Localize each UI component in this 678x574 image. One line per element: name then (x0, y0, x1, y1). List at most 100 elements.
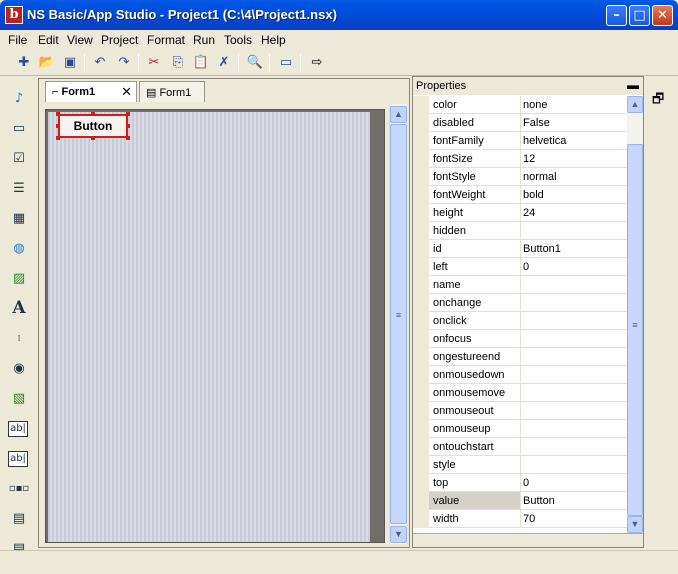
resize-handle[interactable] (56, 124, 60, 128)
textarea-icon[interactable]: ⁞ (8, 328, 30, 350)
resize-handle[interactable] (126, 136, 130, 140)
property-row-onmousemove[interactable]: onmousemove (413, 384, 627, 402)
find-icon[interactable]: 🔍 (245, 53, 265, 73)
scroll-down-icon[interactable]: ▼ (390, 526, 407, 543)
globe-icon[interactable]: ◍ (8, 238, 30, 260)
textbox-icon[interactable]: ab| (8, 421, 28, 437)
menu-run[interactable]: Run (193, 33, 215, 47)
property-value[interactable]: Button1 (523, 243, 623, 255)
resize-handle[interactable] (126, 124, 130, 128)
restore-window-icon[interactable]: 🗗 (652, 90, 664, 112)
scroll-down-icon[interactable]: ▼ (627, 516, 643, 533)
scroll-up-icon[interactable]: ▲ (627, 96, 643, 113)
list-icon[interactable]: ☰ (8, 178, 30, 200)
property-value[interactable]: 24 (523, 207, 623, 219)
form-canvas[interactable]: Button (48, 112, 370, 542)
property-row-color[interactable]: color none (413, 96, 627, 114)
menu-format[interactable]: Format (147, 33, 185, 47)
property-row-onclick[interactable]: onclick (413, 312, 627, 330)
property-value[interactable]: 0 (523, 477, 623, 489)
property-row-disabled[interactable]: disabled False (413, 114, 627, 132)
property-row-fontstyle[interactable]: fontStyle normal (413, 168, 627, 186)
property-row-fontfamily[interactable]: fontFamily helvetica (413, 132, 627, 150)
resize-handle[interactable] (56, 112, 60, 116)
new-form-icon[interactable]: ▭ (276, 53, 296, 73)
property-value[interactable]: 12 (523, 153, 623, 165)
input-icon[interactable]: ab| (8, 451, 28, 467)
image-icon[interactable]: ▨ (8, 268, 30, 290)
undo-icon[interactable]: ↶ (90, 53, 110, 73)
slider-icon[interactable]: ▫▪▫ (8, 478, 30, 500)
property-row-onmousedown[interactable]: onmousedown (413, 366, 627, 384)
property-row-style[interactable]: style (413, 456, 627, 474)
close-button[interactable]: ✕ (652, 5, 673, 26)
column-divider (520, 150, 521, 168)
property-row-id[interactable]: id Button1 (413, 240, 627, 258)
property-row-onchange[interactable]: onchange (413, 294, 627, 312)
property-value[interactable]: none (523, 99, 623, 111)
property-row-ongestureend[interactable]: ongestureend (413, 348, 627, 366)
property-row-onmouseup[interactable]: onmouseup (413, 420, 627, 438)
menu-help[interactable]: Help (261, 33, 286, 47)
property-value[interactable]: helvetica (523, 135, 623, 147)
audio-icon[interactable]: ♪ (8, 88, 30, 110)
paste-icon[interactable]: 📋 (191, 53, 211, 73)
scroll-thumb[interactable]: ≡ (627, 144, 643, 516)
minimize-button[interactable]: – (606, 5, 627, 26)
run-icon[interactable]: ⇨ (307, 53, 327, 73)
menu-tools[interactable]: Tools (224, 33, 252, 47)
text-label-icon[interactable]: A (8, 298, 30, 320)
menu-view[interactable]: View (67, 33, 93, 47)
property-value[interactable]: 70 (523, 513, 623, 525)
property-row-fontweight[interactable]: fontWeight bold (413, 186, 627, 204)
property-value[interactable]: normal (523, 171, 623, 183)
title-bar[interactable]: b NS Basic/App Studio - Project1 (C:\4\P… (0, 0, 678, 30)
form-button[interactable]: Button (58, 114, 128, 138)
grid-icon[interactable]: ▦ (8, 208, 30, 230)
open-icon[interactable]: 📂 (37, 53, 57, 73)
property-row-name[interactable]: name (413, 276, 627, 294)
scroll-up-icon[interactable]: ▲ (390, 106, 407, 123)
property-row-value[interactable]: value Button (413, 492, 627, 510)
tab-form1-design[interactable]: ⌐ Form1 ✕ (45, 81, 137, 102)
properties-scrollbar[interactable]: ▲ ≡ ▼ (627, 96, 643, 533)
tab-form1-code[interactable]: ▤ Form1 (139, 81, 205, 102)
property-value[interactable]: bold (523, 189, 623, 201)
resize-handle[interactable] (91, 112, 95, 116)
property-row-ontouchstart[interactable]: ontouchstart (413, 438, 627, 456)
select-icon[interactable]: ▤ (8, 508, 30, 530)
resize-handle[interactable] (126, 112, 130, 116)
picture-icon[interactable]: ▧ (8, 388, 30, 410)
property-value[interactable]: 0 (523, 261, 623, 273)
property-value[interactable]: False (523, 117, 623, 129)
radio-icon[interactable]: ◉ (8, 358, 30, 380)
button-icon[interactable]: ▭ (8, 118, 30, 140)
delete-icon[interactable]: ✗ (214, 53, 234, 73)
cut-icon[interactable]: ✂ (144, 53, 164, 73)
property-value[interactable]: Button (523, 495, 623, 507)
minimize-panel-icon[interactable]: ▬ (627, 78, 639, 92)
property-name: fontFamily (433, 135, 484, 147)
designer-scrollbar[interactable]: ▲ ≡ ▼ (389, 104, 407, 544)
property-row-height[interactable]: height 24 (413, 204, 627, 222)
scroll-thumb[interactable]: ≡ (390, 124, 407, 524)
property-row-left[interactable]: left 0 (413, 258, 627, 276)
menu-edit[interactable]: Edit (38, 33, 59, 47)
property-row-onmouseout[interactable]: onmouseout (413, 402, 627, 420)
property-row-fontsize[interactable]: fontSize 12 (413, 150, 627, 168)
checkbox-icon[interactable]: ☑ (8, 148, 30, 170)
property-row-hidden[interactable]: hidden (413, 222, 627, 240)
resize-handle[interactable] (91, 136, 95, 140)
menu-file[interactable]: File (8, 33, 27, 47)
maximize-button[interactable]: □ (629, 5, 650, 26)
property-row-width[interactable]: width 70 (413, 510, 627, 528)
redo-icon[interactable]: ↷ (114, 53, 134, 73)
property-row-onfocus[interactable]: onfocus (413, 330, 627, 348)
property-row-top[interactable]: top 0 (413, 474, 627, 492)
copy-icon[interactable]: ⎘ (168, 53, 188, 73)
new-project-icon[interactable]: ✚ (14, 53, 34, 73)
close-tab-icon[interactable]: ✕ (121, 84, 132, 100)
resize-handle[interactable] (56, 136, 60, 140)
save-icon[interactable]: ▣ (60, 53, 80, 73)
menu-project[interactable]: Project (101, 33, 138, 47)
